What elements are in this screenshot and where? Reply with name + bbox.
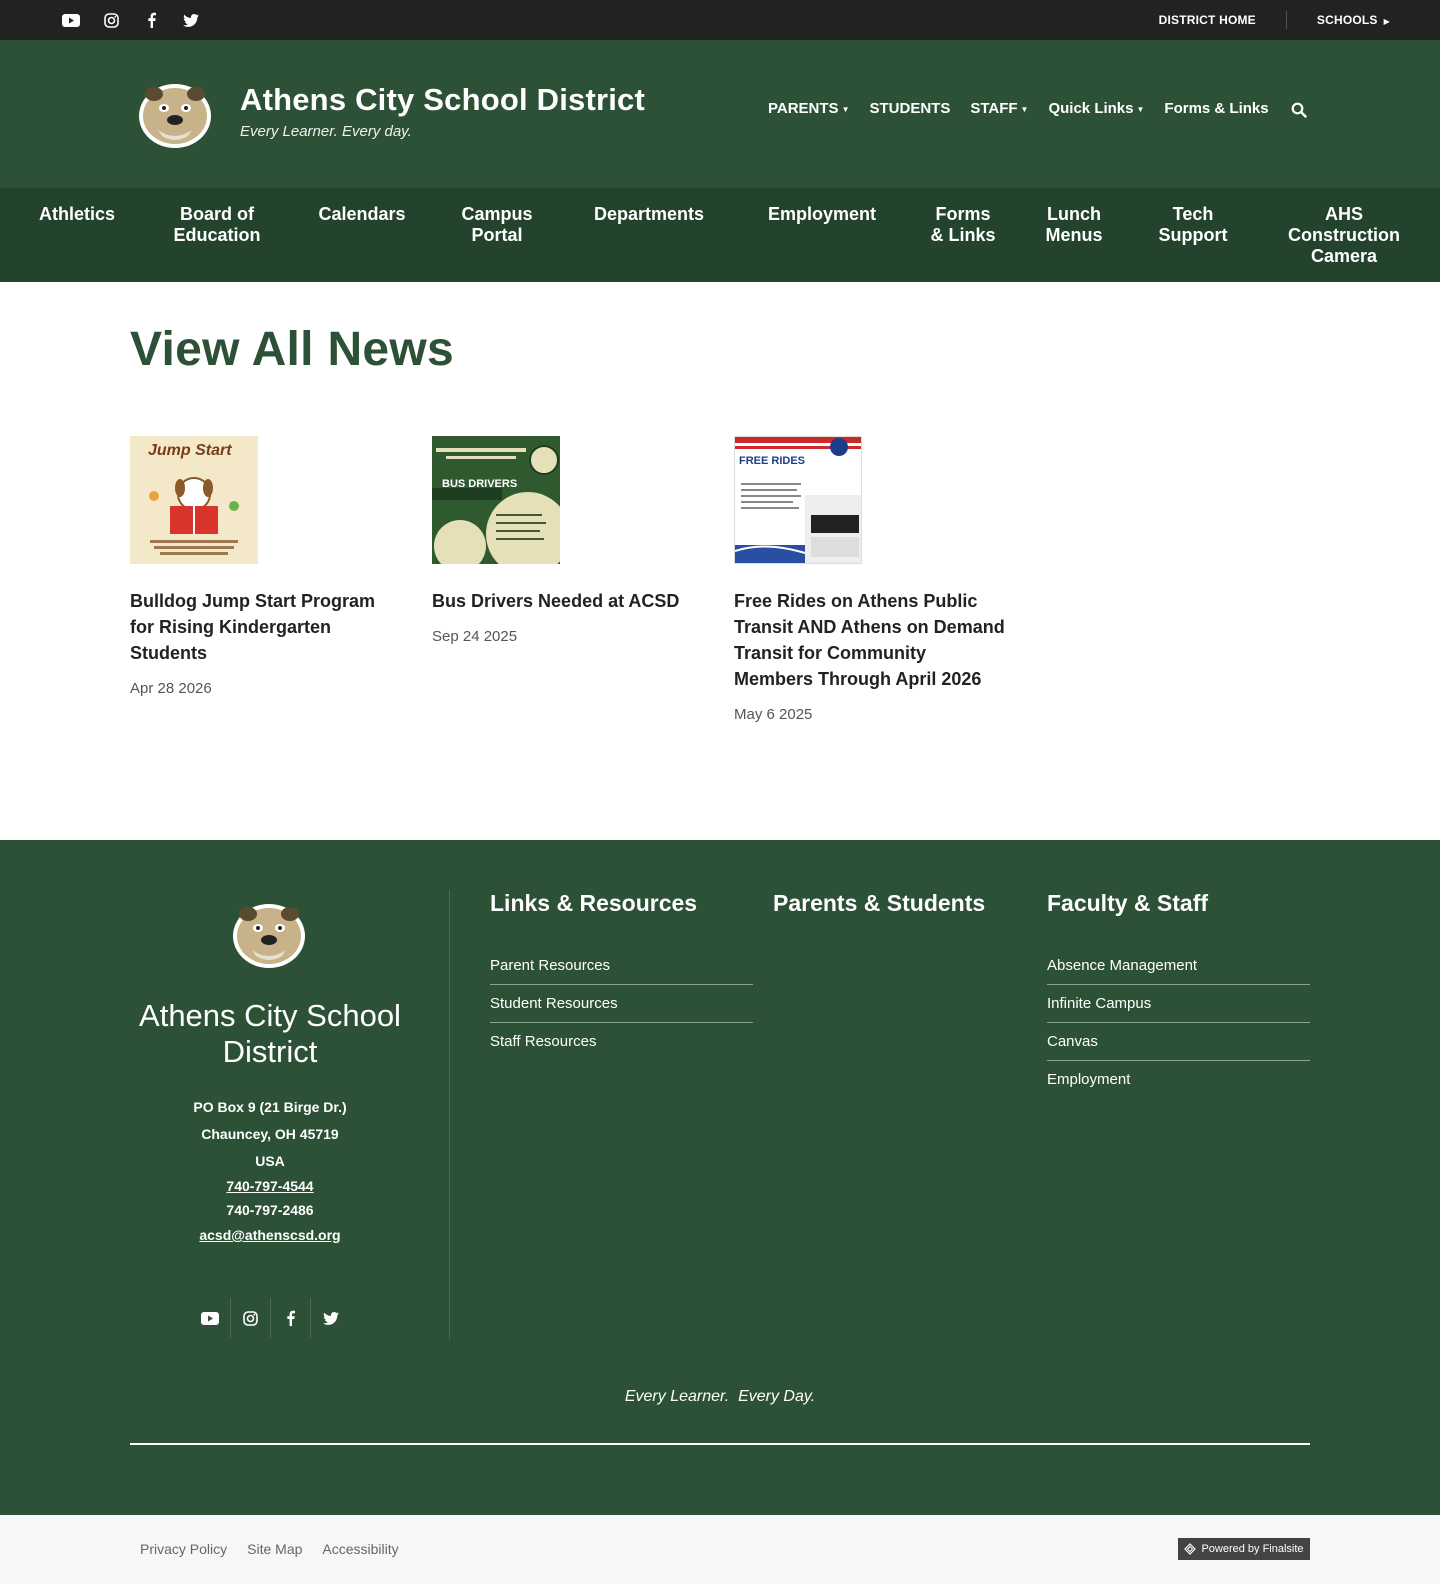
main-nav-board-of-education[interactable]: Board of Education (162, 204, 272, 246)
footer-link[interactable]: Canvas (1047, 1023, 1310, 1061)
district-home-link[interactable]: DISTRICT HOME (1159, 13, 1256, 27)
site-map-link[interactable]: Site Map (247, 1541, 302, 1557)
footer-divider (130, 1443, 1310, 1445)
news-item[interactable]: BUS DRIVERS Bus Drivers Needed at ACSD S… (432, 436, 704, 645)
twitter-icon[interactable] (310, 1298, 350, 1338)
instagram-icon[interactable] (100, 10, 122, 30)
utility-social (60, 10, 202, 30)
main-nav-tech-support[interactable]: Tech Support (1150, 204, 1236, 246)
bottom-bar: Privacy Policy Site Map Accessibility Po… (0, 1515, 1440, 1584)
header-nav-label: Quick Links (1048, 100, 1134, 117)
footer-country: USA (255, 1153, 285, 1169)
news-item[interactable]: Jump Start Bulldog Jump Start Program fo… (130, 436, 402, 697)
bulldog-logo-icon[interactable] (136, 78, 214, 150)
footer-col-heading: Parents & Students (773, 890, 986, 916)
youtube-icon[interactable] (60, 10, 82, 30)
site-title[interactable]: Athens City School District (240, 82, 645, 118)
facebook-icon[interactable] (270, 1298, 310, 1338)
news-thumb-text: FREE RIDES (739, 455, 806, 467)
footer-fax: 740-797-2486 (226, 1202, 314, 1218)
legal-links: Privacy Policy Site Map Accessibility (140, 1541, 399, 1557)
footer-district-name: Athens City School District (139, 998, 401, 1069)
header-nav-label: Forms & Links (1164, 100, 1269, 117)
footer-phone-link[interactable]: 740-797-4544 (130, 1175, 410, 1197)
youtube-icon[interactable] (190, 1298, 230, 1338)
utility-bar: DISTRICT HOME SCHOOLS ▶ (0, 0, 1440, 40)
header-nav-label: PARENTS (768, 100, 839, 117)
utility-divider (1285, 11, 1287, 29)
footer-col-heading: Links & Resources (490, 890, 698, 916)
search-icon[interactable] (1291, 102, 1309, 120)
news-title[interactable]: Bulldog Jump Start Program for Rising Ki… (130, 588, 402, 666)
header-nav-label: STUDENTS (869, 100, 951, 117)
news-date: Sep 24 2025 (432, 628, 518, 645)
utility-right: DISTRICT HOME SCHOOLS ▶ (1159, 0, 1390, 40)
header-nav: PARENTS ▼ STUDENTS STAFF ▼ Quick Links ▼ Fo… (768, 100, 1269, 117)
accessibility-link[interactable]: Accessibility (322, 1541, 398, 1557)
news-item[interactable]: FREE RIDES Free Rides on Athens Public T… (734, 436, 1006, 723)
footer-col-links-resources: Links & Resources Parent Resources Stude… (490, 890, 753, 1060)
news-date: May 6 2025 (734, 706, 813, 723)
main-nav-forms-links[interactable]: Forms & Links (928, 204, 998, 246)
main-nav-departments[interactable]: Departments (584, 204, 714, 225)
news-thumb-text: BUS DRIVERS (442, 478, 518, 490)
header-nav-label: STAFF (970, 100, 1018, 117)
news-title[interactable]: Bus Drivers Needed at ACSD (432, 588, 704, 614)
reading-puppy-icon (149, 477, 239, 555)
site-footer: Athens City School District PO Box 9 (21… (0, 840, 1440, 1515)
footer-link[interactable]: Staff Resources (490, 1023, 753, 1060)
footer-col-parents-students: Parents & Students (773, 890, 985, 947)
header-nav-staff[interactable]: STAFF ▼ (970, 100, 1028, 117)
page-title: View All News (130, 323, 455, 376)
schools-label: SCHOOLS (1316, 13, 1378, 27)
news-thumbnail[interactable]: FREE RIDES (734, 436, 862, 564)
twitter-icon[interactable] (180, 10, 202, 30)
header-nav-parents[interactable]: PARENTS ▼ (768, 100, 849, 117)
schools-dropdown[interactable]: SCHOOLS ▶ (1317, 13, 1390, 27)
instagram-icon[interactable] (230, 1298, 270, 1338)
powered-by-label: Powered by Finalsite (1201, 1543, 1304, 1555)
footer-link[interactable]: Absence Management (1047, 947, 1310, 985)
powered-by-badge[interactable]: Powered by Finalsite (1178, 1538, 1310, 1560)
footer-address-line2: Chauncey, OH 45719 (201, 1126, 339, 1142)
main-nav-calendars[interactable]: Calendars (312, 204, 412, 225)
footer-tagline: Every Learner. Every Day. (624, 1388, 816, 1405)
footer-col-faculty-staff: Faculty & Staff Absence Management Infin… (1047, 890, 1310, 1098)
footer-link[interactable]: Parent Resources (490, 947, 753, 985)
site-header: Athens City School District Every Learne… (0, 40, 1440, 188)
news-date: Apr 28 2026 (130, 680, 212, 697)
footer-col-heading: Faculty & Staff (1047, 890, 1209, 916)
bus-driver-flyer-icon (432, 445, 560, 564)
header-nav-quick-links[interactable]: Quick Links ▼ (1048, 100, 1144, 117)
facebook-icon[interactable] (140, 10, 162, 30)
header-nav-students[interactable]: STUDENTS (869, 100, 950, 117)
footer-social (190, 1298, 350, 1338)
main-nav-lunch-menus[interactable]: Lunch Menus (1036, 204, 1112, 246)
footer-link[interactable]: Student Resources (490, 985, 753, 1023)
caret-down-icon: ▼ (1136, 104, 1145, 114)
bulldog-logo-icon[interactable] (230, 898, 308, 970)
footer-link[interactable]: Infinite Campus (1047, 985, 1310, 1023)
main-nav: Athletics Board of Education Calendars C… (0, 188, 1440, 282)
main-nav-campus-portal[interactable]: Campus Portal (452, 204, 542, 246)
caret-down-icon: ▼ (1020, 104, 1029, 114)
footer-email-link[interactable]: acsd@athenscsd.org (130, 1224, 410, 1246)
footer-address-line1: PO Box 9 (21 Birge Dr.) (193, 1099, 347, 1115)
main-nav-ahs-construction-camera[interactable]: AHS Construction Camera (1280, 204, 1408, 267)
site-tagline: Every Learner. Every day. (240, 123, 412, 140)
footer-contact: Athens City School District PO Box 9 (21… (130, 890, 450, 1340)
news-thumbnail[interactable]: BUS DRIVERS (432, 436, 560, 564)
caret-down-icon: ▼ (841, 104, 850, 114)
header-nav-forms-links[interactable]: Forms & Links (1164, 100, 1268, 117)
news-title[interactable]: Free Rides on Athens Public Transit AND … (734, 588, 1006, 692)
caret-right-icon: ▶ (1383, 17, 1390, 26)
footer-address: PO Box 9 (21 Birge Dr.) Chauncey, OH 457… (130, 1094, 410, 1246)
main-nav-employment[interactable]: Employment (758, 204, 886, 225)
footer-link[interactable]: Employment (1047, 1061, 1310, 1098)
finalsite-logo-icon (1184, 1543, 1197, 1555)
privacy-policy-link[interactable]: Privacy Policy (140, 1541, 227, 1557)
main-nav-athletics[interactable]: Athletics (34, 204, 120, 225)
news-thumbnail[interactable]: Jump Start (130, 436, 258, 564)
